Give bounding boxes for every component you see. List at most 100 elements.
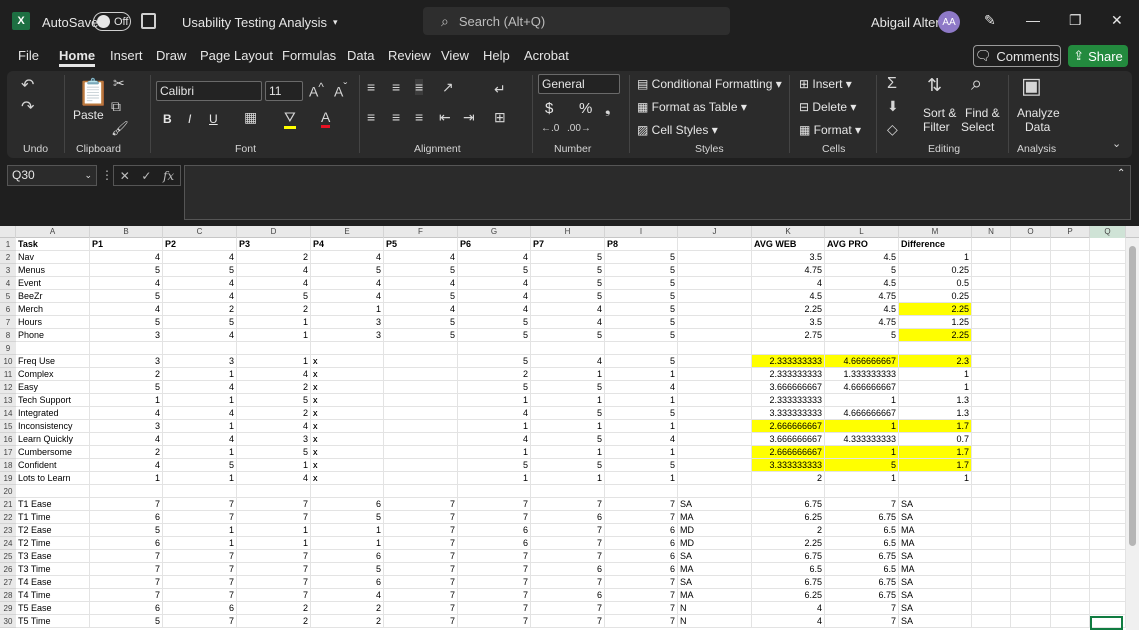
table-cell[interactable]: 0.5 bbox=[899, 277, 972, 290]
table-cell[interactable]: 7 bbox=[458, 498, 531, 511]
table-cell[interactable]: 5 bbox=[531, 381, 605, 394]
table-cell[interactable]: 7 bbox=[458, 602, 531, 615]
delete-cells-button[interactable]: ⊟ Delete ▾ bbox=[799, 100, 856, 114]
table-cell[interactable]: 5 bbox=[531, 459, 605, 472]
table-cell[interactable]: Complex bbox=[16, 368, 90, 381]
close-icon[interactable]: ✕ bbox=[1111, 12, 1123, 29]
table-cell[interactable]: 3 bbox=[311, 329, 384, 342]
table-cell[interactable]: 5 bbox=[458, 381, 531, 394]
chevron-up-icon[interactable]: ⌃ bbox=[1117, 168, 1125, 179]
selected-cell[interactable] bbox=[1090, 616, 1123, 630]
format-cells-button[interactable]: ▦ Format ▾ bbox=[799, 123, 861, 137]
table-cell[interactable] bbox=[1090, 485, 1126, 498]
table-cell[interactable]: 5 bbox=[90, 316, 163, 329]
table-cell[interactable] bbox=[1090, 524, 1126, 537]
table-cell[interactable] bbox=[1090, 407, 1126, 420]
table-cell[interactable] bbox=[678, 472, 752, 485]
table-cell[interactable]: Learn Quickly bbox=[16, 433, 90, 446]
table-cell[interactable]: 4 bbox=[90, 459, 163, 472]
table-cell[interactable]: 7 MA bbox=[605, 511, 694, 524]
row-header[interactable]: 13 bbox=[0, 394, 16, 407]
table-cell[interactable]: 7 bbox=[531, 550, 605, 563]
table-cell[interactable]: 5 bbox=[605, 303, 678, 316]
table-cell[interactable]: 1 bbox=[531, 368, 605, 381]
table-cell[interactable] bbox=[678, 420, 752, 433]
name-box[interactable]: Q30 ⌄ bbox=[7, 165, 97, 186]
table-cell[interactable]: 5 bbox=[825, 329, 899, 342]
table-cell[interactable]: x bbox=[311, 394, 384, 407]
table-cell[interactable] bbox=[752, 342, 825, 355]
table-cell[interactable] bbox=[678, 381, 752, 394]
table-cell[interactable]: 4 bbox=[531, 303, 605, 316]
table-cell[interactable]: 1 bbox=[825, 472, 899, 485]
row-header[interactable]: 7 bbox=[0, 316, 16, 329]
table-cell[interactable] bbox=[1051, 355, 1090, 368]
fill-color-icon[interactable]: ⛛ bbox=[284, 109, 296, 129]
table-cell[interactable]: 2 bbox=[237, 303, 311, 316]
table-cell[interactable] bbox=[678, 394, 752, 407]
table-cell[interactable]: 2 bbox=[90, 368, 163, 381]
table-cell[interactable] bbox=[16, 485, 90, 498]
table-cell[interactable]: 7 bbox=[384, 498, 458, 511]
table-cell[interactable]: 5 bbox=[458, 316, 531, 329]
table-cell[interactable] bbox=[1011, 459, 1051, 472]
table-cell[interactable] bbox=[678, 407, 752, 420]
pen-icon[interactable]: ✎ bbox=[984, 12, 996, 29]
table-cell[interactable]: 6 bbox=[311, 576, 384, 589]
table-cell[interactable]: 7 bbox=[531, 524, 605, 537]
worksheet-grid[interactable]: ABCDEFGHIJKLMNOPQ 1 Task P1 P2 P3 P4 P5 P6 P7 P8 A… bbox=[0, 226, 1139, 630]
table-cell[interactable]: 1 bbox=[90, 472, 163, 485]
table-cell[interactable] bbox=[972, 446, 1011, 459]
table-cell[interactable] bbox=[384, 381, 458, 394]
table-cell[interactable] bbox=[1090, 316, 1126, 329]
header-cell[interactable]: P5 bbox=[384, 238, 458, 251]
paste-button[interactable]: Paste bbox=[73, 108, 104, 122]
table-cell[interactable] bbox=[1011, 485, 1051, 498]
table-cell[interactable]: 5 bbox=[531, 433, 605, 446]
table-cell[interactable] bbox=[678, 355, 752, 368]
find-select-icon[interactable]: ⌕ bbox=[971, 73, 982, 96]
scrollbar-thumb[interactable] bbox=[1129, 246, 1136, 546]
header-cell[interactable]: P1 bbox=[90, 238, 163, 251]
table-cell[interactable]: 7 bbox=[237, 576, 311, 589]
table-cell[interactable]: Cumbersome bbox=[16, 446, 90, 459]
table-cell[interactable]: 7 bbox=[163, 563, 237, 576]
increase-indent-icon[interactable]: ⇥ bbox=[463, 109, 475, 126]
tab-data[interactable]: Data bbox=[347, 48, 374, 63]
table-cell[interactable]: 7 N bbox=[605, 615, 687, 628]
table-cell[interactable] bbox=[1090, 394, 1126, 407]
table-cell[interactable]: x bbox=[311, 368, 384, 381]
table-cell[interactable] bbox=[384, 355, 458, 368]
document-title[interactable]: Usability Testing Analysis ▾ bbox=[182, 0, 338, 44]
table-cell[interactable]: 5 bbox=[605, 459, 678, 472]
table-cell[interactable] bbox=[678, 563, 752, 576]
table-cell[interactable]: 5 bbox=[605, 264, 678, 277]
table-cell[interactable]: 2 bbox=[752, 472, 825, 485]
table-cell[interactable] bbox=[678, 576, 752, 589]
table-cell[interactable] bbox=[458, 485, 531, 498]
table-cell[interactable] bbox=[1090, 329, 1126, 342]
table-cell[interactable]: 6.75 bbox=[752, 498, 825, 511]
table-cell[interactable]: 5 bbox=[384, 316, 458, 329]
tab-insert[interactable]: Insert bbox=[110, 48, 143, 63]
table-cell[interactable] bbox=[237, 485, 311, 498]
autosave-toggle[interactable]: Off bbox=[93, 12, 131, 31]
table-cell[interactable]: 7 bbox=[384, 563, 458, 576]
table-cell[interactable] bbox=[1011, 498, 1051, 511]
borders-icon[interactable]: ▦ bbox=[244, 109, 257, 126]
table-cell[interactable] bbox=[678, 446, 752, 459]
table-cell[interactable]: Menus bbox=[16, 264, 90, 277]
table-cell[interactable]: 5 bbox=[531, 407, 605, 420]
table-cell[interactable]: 5 bbox=[825, 264, 899, 277]
table-cell[interactable]: 1 bbox=[163, 472, 237, 485]
orientation-icon[interactable]: ↗ bbox=[442, 79, 454, 96]
table-cell[interactable] bbox=[899, 550, 972, 563]
table-cell[interactable] bbox=[678, 303, 752, 316]
table-cell[interactable]: 4 bbox=[531, 316, 605, 329]
column-header-f[interactable]: F bbox=[384, 226, 458, 238]
table-cell[interactable]: 7 bbox=[237, 511, 311, 524]
table-cell[interactable] bbox=[1011, 589, 1051, 602]
table-cell[interactable]: 1.7 bbox=[899, 459, 972, 472]
table-cell[interactable]: 4 bbox=[90, 277, 163, 290]
table-cell[interactable]: 6 bbox=[311, 498, 384, 511]
